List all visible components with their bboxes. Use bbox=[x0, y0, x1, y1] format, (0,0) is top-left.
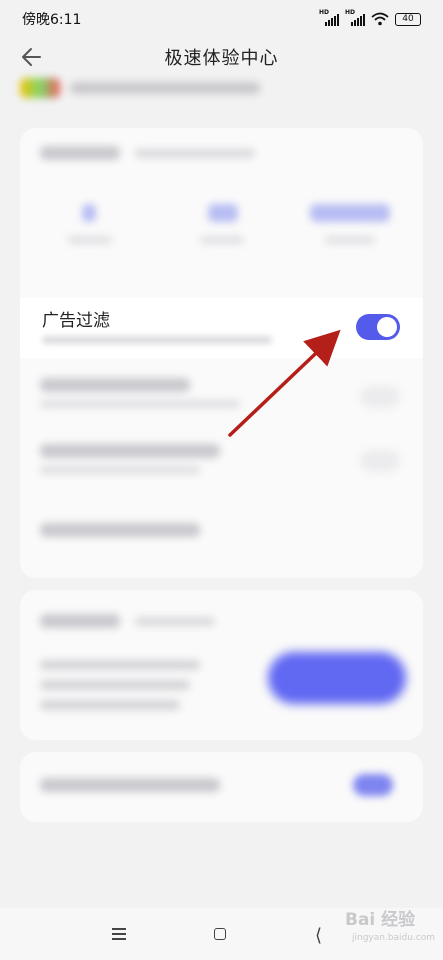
status-icons: HD HD 40 bbox=[319, 9, 421, 26]
battery-icon: 40 bbox=[395, 12, 421, 26]
promo-row[interactable] bbox=[20, 78, 260, 98]
page-title: 极速体验中心 bbox=[164, 48, 279, 69]
ad-filter-row[interactable]: 广告过滤 bbox=[20, 298, 423, 358]
menu-icon[interactable] bbox=[112, 928, 126, 943]
toggle-knob bbox=[377, 317, 397, 337]
ad-filter-description bbox=[42, 336, 272, 344]
signal-icon: HD bbox=[319, 9, 339, 26]
nav-back-icon[interactable]: ⟨ bbox=[315, 925, 322, 946]
signal-icon: HD bbox=[345, 9, 365, 26]
home-icon[interactable] bbox=[214, 928, 226, 940]
watermark-sub: jingyan.baidu.com bbox=[352, 933, 436, 943]
promo-text bbox=[70, 82, 260, 94]
status-time: 傍晚6:11 bbox=[22, 12, 82, 28]
promo-logo bbox=[20, 78, 60, 98]
header: 极速体验中心 bbox=[0, 38, 443, 76]
watermark: Bai 经验 bbox=[345, 910, 416, 930]
ad-filter-toggle[interactable] bbox=[356, 314, 400, 340]
back-arrow-icon[interactable] bbox=[20, 46, 44, 68]
wifi-icon bbox=[371, 12, 389, 26]
ad-filter-label: 广告过滤 bbox=[42, 311, 110, 331]
action-button[interactable] bbox=[268, 652, 406, 704]
bottom-card bbox=[20, 752, 423, 822]
status-bar: 傍晚6:11 HD HD 40 bbox=[0, 0, 443, 38]
